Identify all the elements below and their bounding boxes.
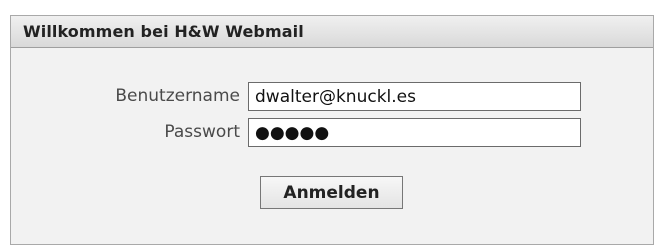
panel-header: Willkommen bei H&W Webmail xyxy=(11,16,653,48)
username-label: Benutzername xyxy=(115,86,240,106)
login-panel: Willkommen bei H&W Webmail Benutzername … xyxy=(10,15,654,245)
username-row: Benutzername xyxy=(11,82,653,112)
password-label: Passwort xyxy=(164,122,240,142)
username-input[interactable] xyxy=(248,82,581,111)
panel-title: Willkommen bei H&W Webmail xyxy=(23,22,304,41)
password-row: Passwort xyxy=(11,118,653,148)
password-input[interactable] xyxy=(248,118,581,147)
login-button[interactable]: Anmelden xyxy=(260,176,403,209)
